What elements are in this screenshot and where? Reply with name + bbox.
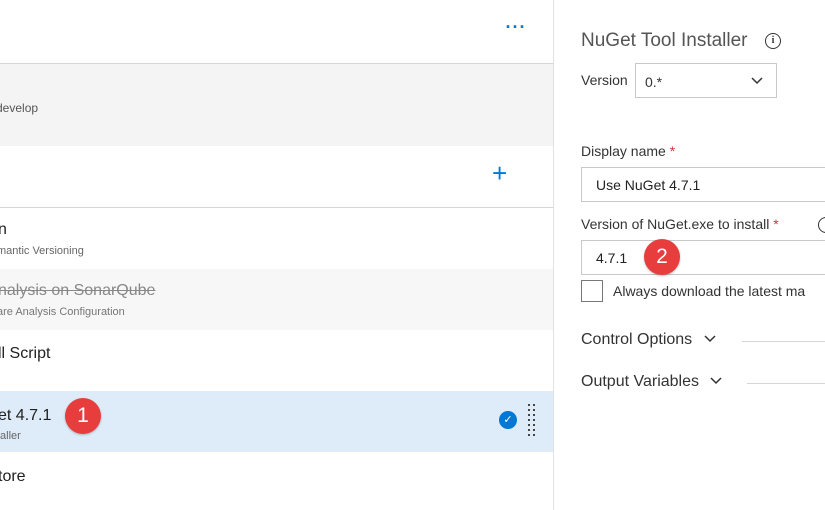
chevron-down-icon [704, 335, 716, 343]
task-version-select[interactable]: 0.* [635, 63, 777, 98]
task-title: et 4.7.1 [0, 407, 52, 424]
task-subtitle: are Analysis Configuration [0, 306, 125, 318]
always-download-latest-checkbox[interactable] [581, 280, 603, 302]
add-task-button[interactable]: + [492, 160, 507, 186]
display-name-label: Display name * [581, 143, 676, 159]
task-row-nuget-installer[interactable]: et 4.7.1 taller 1 ✓ [0, 391, 553, 452]
task-list-pane: ··· develop + n mantic Versioning nalysi… [0, 0, 553, 510]
agent-phase-row[interactable]: + [0, 146, 553, 208]
nuget-version-input[interactable] [581, 240, 825, 275]
always-download-latest-label: Always download the latest ma [613, 283, 806, 299]
info-icon[interactable] [818, 217, 825, 233]
section-divider [742, 341, 825, 342]
callout-badge-1: 1 [65, 398, 101, 434]
task-version-value: 0.* [645, 74, 663, 90]
output-variables-label: Output Variables [581, 373, 699, 390]
control-options-toggle[interactable]: Control Options [581, 331, 717, 351]
task-row-restore[interactable]: tore [0, 452, 553, 510]
callout-badge-2: 2 [644, 239, 680, 275]
nuget-version-label: Version of NuGet.exe to install * [581, 216, 779, 232]
chevron-down-icon [710, 377, 722, 385]
section-divider [747, 383, 825, 384]
task-details-title: NuGet Tool Installer [581, 30, 748, 51]
task-title: tore [0, 468, 26, 485]
output-variables-toggle[interactable]: Output Variables [581, 373, 723, 393]
task-row-script[interactable]: ll Script [0, 330, 553, 391]
control-options-label: Control Options [581, 331, 693, 348]
task-subtitle: taller [0, 430, 21, 442]
chevron-down-icon [751, 77, 763, 85]
pipeline-header: ··· [0, 0, 553, 64]
branch-name: develop [0, 101, 39, 115]
more-actions-button[interactable]: ··· [500, 18, 532, 42]
task-row-sonarqube[interactable]: nalysis on SonarQube are Analysis Config… [0, 269, 553, 330]
task-row-versioning[interactable]: n mantic Versioning [0, 208, 553, 269]
task-details-pane: NuGet Tool Installer i Version 0.* Displ… [554, 0, 825, 510]
checkmark-icon: ✓ [499, 411, 517, 429]
drag-handle-icon[interactable] [528, 404, 538, 438]
task-title: n [0, 221, 7, 238]
display-name-input[interactable] [581, 167, 825, 202]
task-title: nalysis on SonarQube [0, 282, 156, 299]
get-sources-row[interactable]: develop [0, 64, 553, 146]
task-subtitle: mantic Versioning [0, 245, 84, 257]
task-title: ll Script [0, 345, 51, 362]
version-label: Version [581, 72, 628, 88]
info-icon[interactable]: i [765, 33, 781, 49]
